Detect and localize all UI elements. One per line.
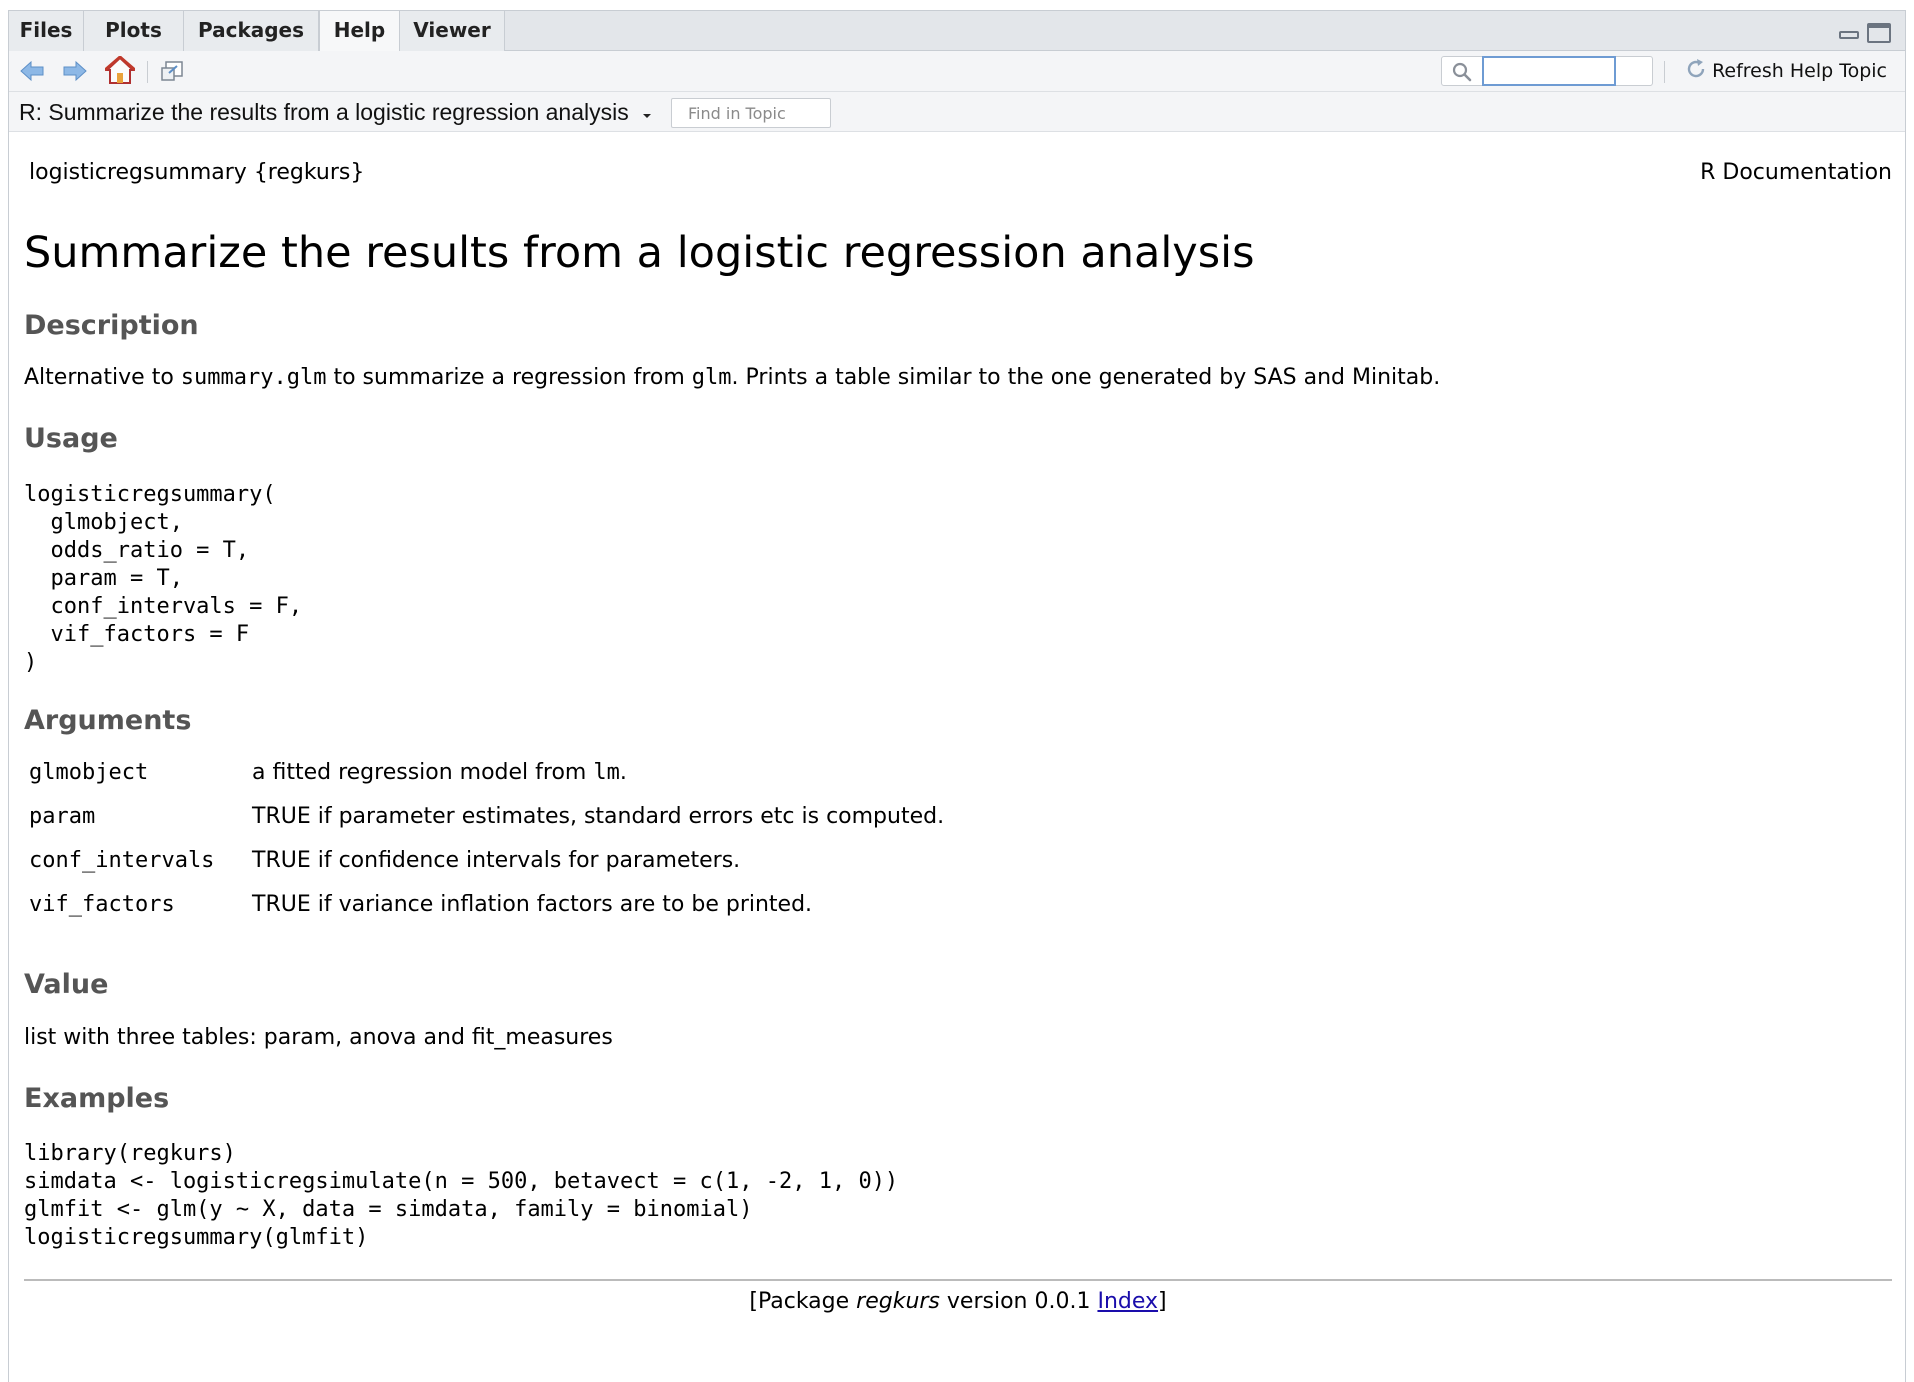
page-title: Summarize the results from a logistic re…	[24, 228, 1255, 278]
description-part: Alternative to	[24, 365, 181, 390]
argument-name: glmobject	[29, 760, 149, 785]
argument-name: conf_intervals	[29, 848, 215, 873]
argument-description-text: a fitted regression model from	[252, 760, 594, 785]
pane-tab-bar: Files Plots Packages Help Viewer	[9, 11, 1905, 52]
description-code: glm	[691, 365, 732, 390]
refresh-help-topic-button[interactable]: Refresh Help Topic	[1684, 51, 1887, 91]
footer-package-name: regkurs	[856, 1289, 940, 1314]
description-heading: Description	[24, 310, 199, 341]
help-toolbar: Refresh Help Topic	[9, 51, 1905, 92]
doc-header: logisticregsummary {regkurs} R Documenta…	[24, 132, 1892, 188]
back-arrow-icon[interactable]	[19, 59, 45, 83]
index-link[interactable]: Index	[1097, 1289, 1158, 1314]
argument-description: TRUE if parameter estimates, standard er…	[252, 804, 945, 829]
toolbar-separator	[1664, 61, 1665, 83]
doc-source: R Documentation	[1700, 160, 1892, 185]
description-part: . Prints a table similar to the one gene…	[731, 365, 1441, 390]
refresh-icon	[1687, 59, 1705, 78]
value-text: list with three tables: param, anova and…	[24, 1025, 613, 1050]
doc-topic-name: logisticregsummary {regkurs}	[29, 160, 365, 185]
minimize-pane-icon[interactable]	[1839, 25, 1859, 39]
search-icon	[1452, 62, 1472, 82]
topic-bar: R: Summarize the results from a logistic…	[9, 92, 1905, 132]
argument-description: a fitted regression model from lm.	[252, 760, 627, 785]
tab-viewer[interactable]: Viewer	[400, 11, 505, 51]
tab-packages[interactable]: Packages	[184, 11, 319, 51]
footer-text: version 0.0.1	[939, 1289, 1098, 1314]
tab-help[interactable]: Help	[319, 11, 400, 52]
description-text: Alternative to summary.glm to summarize …	[24, 365, 1440, 390]
usage-code: logisticregsummary( glmobject, odds_rati…	[24, 482, 303, 675]
toolbar-separator	[147, 61, 148, 83]
help-search-box	[1441, 56, 1653, 86]
description-code: summary.glm	[180, 365, 327, 390]
chevron-down-icon	[643, 114, 652, 118]
help-pane: Files Plots Packages Help Viewer Refresh…	[8, 10, 1906, 1382]
find-in-topic-input[interactable]	[671, 98, 831, 128]
arguments-heading: Arguments	[24, 705, 192, 736]
topic-dropdown[interactable]: R: Summarize the results from a logistic…	[19, 92, 653, 132]
argument-description: TRUE if confidence intervals for paramet…	[252, 848, 741, 873]
show-in-window-icon[interactable]	[159, 59, 185, 83]
usage-heading: Usage	[24, 423, 118, 454]
description-part: to summarize a regression from	[326, 365, 692, 390]
help-document: logisticregsummary {regkurs} R Documenta…	[24, 132, 1892, 1314]
footer-divider	[24, 1279, 1892, 1281]
home-icon[interactable]	[105, 56, 135, 84]
topic-title-label: R: Summarize the results from a logistic…	[19, 99, 629, 125]
footer-text: [Package	[749, 1289, 857, 1314]
argument-description-text: .	[619, 760, 627, 785]
footer-text: ]	[1158, 1289, 1167, 1314]
argument-description-code: lm	[593, 760, 620, 785]
argument-name: param	[29, 804, 96, 829]
doc-footer: [Package regkurs version 0.0.1 Index]	[24, 1289, 1892, 1314]
argument-description: TRUE if variance inflation factors are t…	[252, 892, 813, 917]
examples-heading: Examples	[24, 1083, 170, 1114]
argument-name: vif_factors	[29, 892, 175, 917]
forward-arrow-icon[interactable]	[62, 59, 88, 83]
examples-code: library(regkurs) simdata <- logisticregs…	[24, 1141, 899, 1250]
maximize-pane-icon[interactable]	[1867, 23, 1891, 43]
help-search-input[interactable]	[1482, 56, 1616, 86]
value-heading: Value	[24, 969, 109, 1000]
tab-plots[interactable]: Plots	[84, 11, 184, 51]
tab-files[interactable]: Files	[9, 11, 84, 51]
refresh-help-topic-label: Refresh Help Topic	[1712, 60, 1887, 82]
